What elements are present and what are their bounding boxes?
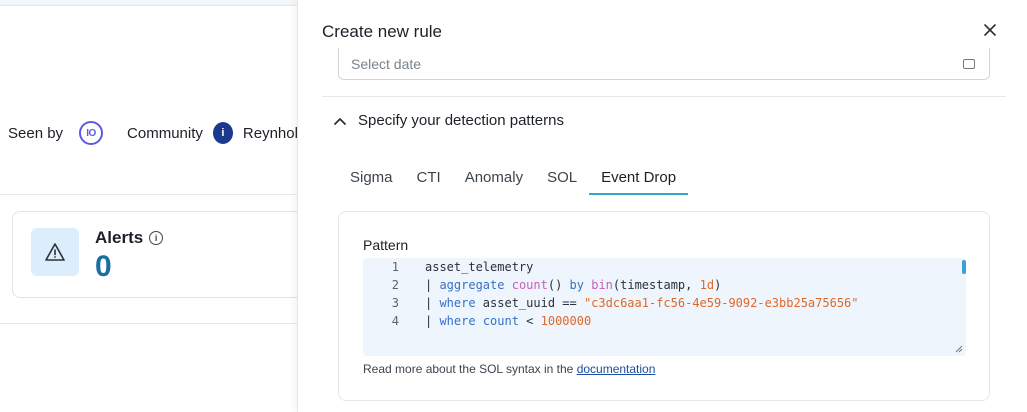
code-token: () bbox=[547, 278, 570, 292]
divider bbox=[0, 323, 298, 324]
seen-by-row: Seen by IO Community i Reynhol bbox=[8, 119, 298, 147]
pattern-panel: Pattern 1 asset_telemetry 2 | aggregate cou… bbox=[338, 211, 990, 401]
detection-patterns-toggle[interactable]: Specify your detection patterns bbox=[334, 112, 564, 129]
code-text: | where count < 1000000 bbox=[425, 314, 591, 332]
calendar-icon[interactable] bbox=[963, 59, 975, 69]
top-band bbox=[0, 0, 298, 6]
help-prefix: Read more about the SOL syntax in the bbox=[363, 362, 577, 376]
code-token: count bbox=[482, 314, 519, 328]
code-token: where bbox=[439, 314, 476, 328]
code-token: aggregate bbox=[439, 278, 505, 292]
section-divider bbox=[322, 96, 1006, 97]
resize-grip-icon[interactable] bbox=[955, 345, 963, 353]
section-title: Specify your detection patterns bbox=[358, 112, 564, 129]
code-token: "c3dc6aa1-fc56-4e59-9092-e3bb25a75656" bbox=[583, 296, 859, 310]
date-field[interactable]: Select date bbox=[338, 48, 990, 80]
code-line: 3 | where asset_uuid == "c3dc6aa1-fc56-4e… bbox=[363, 296, 859, 314]
line-number: 4 bbox=[391, 314, 399, 328]
code-token: asset_telemetry bbox=[425, 260, 534, 274]
code-token: | bbox=[425, 314, 440, 328]
pattern-label: Pattern bbox=[363, 237, 409, 253]
code-token: | bbox=[425, 296, 440, 310]
code-token: | bbox=[425, 278, 440, 292]
line-number: 1 bbox=[391, 260, 399, 274]
close-button[interactable] bbox=[981, 21, 999, 39]
code-text: | aggregate count() by bin(timestamp, 1d… bbox=[425, 278, 721, 296]
seen-by-label: Seen by bbox=[8, 124, 64, 142]
code-token: where bbox=[439, 296, 476, 310]
documentation-link[interactable]: documentation bbox=[577, 362, 656, 376]
alerts-title: Alerts bbox=[95, 228, 144, 247]
chevron-up-icon bbox=[334, 117, 346, 125]
code-token: 1d bbox=[699, 278, 715, 292]
tab-cti[interactable]: CTI bbox=[405, 165, 453, 195]
line-number: 3 bbox=[391, 296, 399, 310]
code-token: (timestamp, bbox=[612, 278, 700, 292]
code-token: 1000000 bbox=[540, 314, 592, 328]
code-text: asset_telemetry bbox=[425, 260, 533, 278]
editor-scrollbar[interactable] bbox=[962, 260, 966, 274]
company-name: Reynhol bbox=[242, 124, 298, 142]
info-icon[interactable]: i bbox=[149, 231, 164, 245]
create-rule-drawer: Create new rule Select date Specify your… bbox=[297, 0, 1027, 412]
divider bbox=[0, 194, 298, 195]
alerts-title-row: Alerts i bbox=[95, 228, 164, 248]
date-placeholder: Select date bbox=[351, 56, 422, 72]
code-token: by bbox=[569, 278, 584, 292]
code-token: asset_uuid == bbox=[475, 296, 584, 310]
code-token: count bbox=[511, 278, 548, 292]
alerts-card[interactable]: Alerts i 0 bbox=[12, 211, 312, 298]
close-icon bbox=[984, 24, 996, 36]
tab-anomaly[interactable]: Anomaly bbox=[453, 165, 535, 195]
code-token: bin bbox=[591, 278, 613, 292]
tab-sigma[interactable]: Sigma bbox=[338, 165, 405, 195]
drawer-title: Create new rule bbox=[322, 22, 443, 41]
io-logo-icon: IO bbox=[79, 121, 104, 145]
line-number: 2 bbox=[391, 278, 399, 292]
community-logo-icon: i bbox=[212, 122, 233, 144]
community-label: Community bbox=[127, 124, 203, 142]
alerts-count: 0 bbox=[95, 250, 112, 283]
code-line: 2 | aggregate count() by bin(timestamp, 1… bbox=[363, 278, 722, 296]
code-editor[interactable]: 1 asset_telemetry 2 | aggregate count() by … bbox=[363, 258, 966, 356]
tab-sol[interactable]: SOL bbox=[535, 165, 589, 195]
code-token: ) bbox=[714, 278, 722, 292]
code-text: | where asset_uuid == "c3dc6aa1-fc56-4e5… bbox=[425, 296, 859, 314]
help-text: Read more about the SOL syntax in the do… bbox=[363, 362, 655, 376]
pattern-tabs: Sigma CTI Anomaly SOL Event Drop bbox=[338, 165, 689, 195]
code-line: 4 | where count < 1000000 bbox=[363, 314, 591, 332]
warning-icon bbox=[31, 228, 79, 276]
code-token: < bbox=[518, 314, 541, 328]
tab-event-drop[interactable]: Event Drop bbox=[589, 165, 689, 195]
code-line: 1 asset_telemetry bbox=[363, 260, 534, 278]
